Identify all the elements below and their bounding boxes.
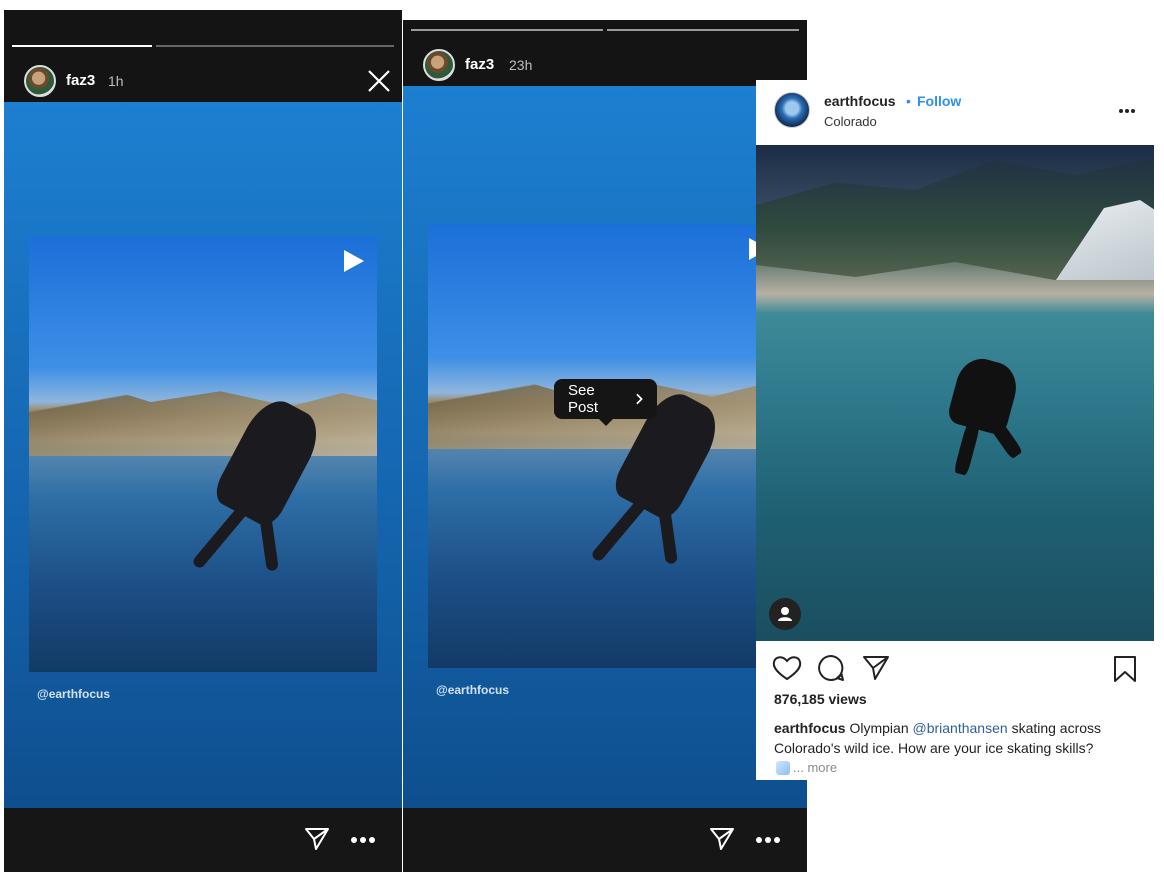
story-progress-segment — [411, 29, 603, 31]
shared-post-preview[interactable] — [29, 236, 377, 672]
post-caption: earthfocus Olympian @brianthansen skatin… — [774, 718, 1144, 758]
user-tags-icon[interactable] — [769, 598, 801, 630]
view-count: 876,185 views — [774, 691, 867, 707]
story-avatar[interactable] — [423, 49, 455, 81]
heart-icon[interactable] — [772, 655, 802, 681]
caption-text-start: Olympian — [849, 720, 909, 736]
story-progress-segment — [12, 45, 152, 47]
story-avatar[interactable] — [24, 65, 56, 97]
bookmark-icon[interactable] — [1113, 655, 1137, 683]
more-link[interactable]: ... more — [793, 760, 837, 775]
story-username[interactable]: faz3 — [66, 72, 95, 89]
follow-button[interactable]: Follow — [917, 93, 961, 109]
story-credit: @earthfocus — [37, 687, 111, 701]
more-options-icon[interactable] — [350, 836, 376, 844]
story-viewer-2: faz3 23h See Post @earthfocus — [403, 20, 807, 872]
story-credit: @earthfocus — [436, 683, 510, 697]
chevron-right-icon — [636, 393, 643, 405]
story-progress-segment — [607, 29, 799, 31]
ice-emoji-icon — [776, 761, 790, 775]
more-options-icon[interactable] — [755, 836, 781, 844]
skater-figure — [945, 353, 1023, 437]
shared-post-preview[interactable] — [428, 224, 807, 668]
post-username[interactable]: earthfocus — [824, 93, 896, 109]
story-timestamp: 23h — [509, 57, 533, 73]
see-post-label: See Post — [568, 382, 599, 416]
close-icon[interactable] — [366, 68, 392, 94]
story-viewer-1: faz3 1h @earthfocus — [4, 10, 402, 872]
story-footer-1 — [4, 808, 402, 872]
story-header-1 — [4, 10, 402, 102]
comment-icon[interactable] — [817, 654, 845, 682]
post-location[interactable]: Colorado — [824, 114, 877, 129]
follow-separator: • — [906, 93, 911, 109]
send-icon[interactable] — [862, 655, 890, 681]
send-icon[interactable] — [304, 827, 330, 851]
more-options-icon[interactable] — [1118, 108, 1136, 114]
story-progress-segment — [156, 45, 394, 47]
post-panel: earthfocus • Follow Colorado 876,185 vie… — [756, 80, 1156, 780]
send-icon[interactable] — [709, 827, 735, 851]
see-post-button[interactable]: See Post — [554, 379, 657, 426]
post-avatar[interactable] — [774, 92, 810, 128]
caption-mention[interactable]: @brianthansen — [913, 720, 1008, 736]
story-footer-2 — [403, 808, 807, 872]
play-icon — [344, 250, 364, 272]
caption-username[interactable]: earthfocus — [774, 720, 846, 736]
story-username[interactable]: faz3 — [465, 56, 494, 73]
post-media[interactable] — [756, 145, 1154, 641]
story-timestamp: 1h — [108, 73, 124, 89]
